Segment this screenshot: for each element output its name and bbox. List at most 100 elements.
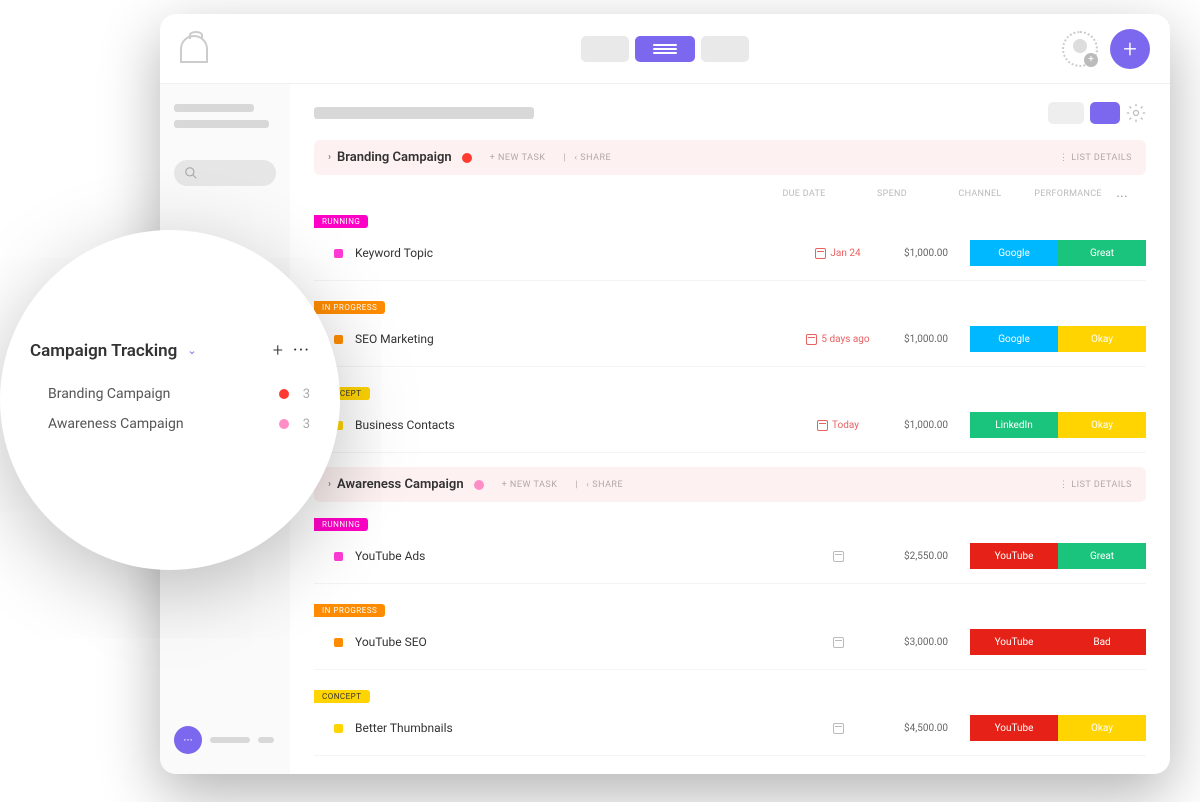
- calendar-icon: [817, 420, 828, 431]
- spend-value[interactable]: $3,000.00: [882, 637, 970, 648]
- sidebar-skeleton: [174, 120, 269, 128]
- channel-chip[interactable]: Google: [970, 326, 1058, 352]
- status-group: CONCEPT Better Thumbnails $4,500.00 YouT…: [314, 684, 1146, 756]
- color-dot-icon: [279, 389, 289, 399]
- status-tag[interactable]: RUNNING: [314, 518, 368, 531]
- new-task-button[interactable]: + NEW TASK: [502, 480, 558, 490]
- add-button[interactable]: +: [1110, 29, 1150, 69]
- color-dot-icon: [279, 419, 289, 429]
- task-title: YouTube SEO: [355, 635, 427, 649]
- sidebar-list-item[interactable]: Awareness Campaign 3: [30, 409, 310, 439]
- new-task-button[interactable]: + NEW TASK: [490, 153, 546, 163]
- task-row[interactable]: Keyword Topic Jan 24 $1,000.00 Google Gr…: [314, 232, 1146, 281]
- campaign-name: Awareness Campaign: [337, 477, 464, 492]
- task-row[interactable]: SEO Marketing 5 days ago $1,000.00 Googl…: [314, 318, 1146, 367]
- due-date[interactable]: [794, 723, 882, 734]
- spend-value[interactable]: $1,000.00: [882, 334, 970, 345]
- view-option-1[interactable]: [581, 36, 629, 62]
- search-icon: [184, 166, 198, 180]
- add-list-button[interactable]: +: [273, 340, 283, 361]
- status-group: IN PROGRESS YouTube SEO $3,000.00 YouTub…: [314, 598, 1146, 670]
- task-count: 3: [303, 417, 310, 432]
- chat-icon: ···: [174, 726, 202, 754]
- col-channel: CHANNEL: [936, 189, 1024, 205]
- calendar-icon: [833, 637, 844, 648]
- performance-chip[interactable]: Okay: [1058, 715, 1146, 741]
- sidebar-skeleton: [174, 104, 254, 112]
- main-content: › Branding Campaign + NEW TASK | ‹ SHARE ⋮ L…: [290, 84, 1170, 774]
- list-label: Awareness Campaign: [48, 416, 184, 432]
- channel-chip[interactable]: Google: [970, 240, 1058, 266]
- spend-value[interactable]: $2,550.00: [882, 551, 970, 562]
- status-tag[interactable]: IN PROGRESS: [314, 301, 385, 314]
- folder-title[interactable]: Campaign Tracking: [30, 341, 177, 361]
- task-row[interactable]: YouTube SEO $3,000.00 YouTube Bad: [314, 621, 1146, 670]
- channel-chip[interactable]: LinkedIn: [970, 412, 1058, 438]
- chat-widget[interactable]: ···: [174, 726, 276, 754]
- view-control-active[interactable]: [1090, 102, 1120, 124]
- share-button[interactable]: | ‹ SHARE: [563, 153, 611, 163]
- task-row[interactable]: YouTube Ads $2,550.00 YouTube Great: [314, 535, 1146, 584]
- spend-value[interactable]: $1,000.00: [882, 420, 970, 431]
- spend-value[interactable]: $1,000.00: [882, 248, 970, 259]
- due-date[interactable]: [794, 637, 882, 648]
- task-row[interactable]: Better Thumbnails $4,500.00 YouTube Okay: [314, 707, 1146, 756]
- task-title: Better Thumbnails: [355, 721, 453, 735]
- calendar-icon: [833, 723, 844, 734]
- due-date[interactable]: 5 days ago: [794, 334, 882, 345]
- view-control-1[interactable]: [1048, 102, 1084, 124]
- task-title: Business Contacts: [355, 418, 455, 432]
- due-date[interactable]: Today: [794, 420, 882, 431]
- status-tag[interactable]: CONCEPT: [314, 690, 370, 703]
- performance-chip[interactable]: Okay: [1058, 412, 1146, 438]
- status-group: IN PROGRESS SEO Marketing 5 days ago $1,…: [314, 295, 1146, 367]
- status-group: CONCEPT Business Contacts Today $1,000.0…: [314, 381, 1146, 453]
- performance-chip[interactable]: Bad: [1058, 629, 1146, 655]
- status-square-icon: [334, 249, 343, 258]
- view-option-list[interactable]: [635, 36, 695, 62]
- status-square-icon: [334, 335, 343, 344]
- list-details-button[interactable]: ⋮ LIST DETAILS: [1059, 480, 1132, 490]
- chevron-down-icon[interactable]: ⌄: [187, 344, 196, 357]
- sidebar-list-item[interactable]: Branding Campaign3: [30, 379, 310, 409]
- logo-icon[interactable]: [180, 35, 208, 63]
- task-title: YouTube Ads: [355, 549, 425, 563]
- topbar: +: [160, 14, 1170, 84]
- more-columns-icon[interactable]: ···: [1112, 189, 1132, 205]
- calendar-icon: [806, 334, 817, 345]
- status-group: RUNNING Keyword Topic Jan 24 $1,000.00 G…: [314, 209, 1146, 281]
- chevron-right-icon: ›: [328, 479, 331, 490]
- column-headers: DUE DATESPENDCHANNELPERFORMANCE···: [314, 185, 1146, 209]
- spend-value[interactable]: $4,500.00: [882, 723, 970, 734]
- performance-chip[interactable]: Okay: [1058, 326, 1146, 352]
- campaign-header[interactable]: › Awareness Campaign + NEW TASK | ‹ SHARE ⋮ …: [314, 467, 1146, 502]
- performance-chip[interactable]: Great: [1058, 240, 1146, 266]
- invite-user-icon[interactable]: [1062, 31, 1098, 67]
- share-button[interactable]: | ‹ SHARE: [575, 480, 623, 490]
- performance-chip[interactable]: Great: [1058, 543, 1146, 569]
- channel-chip[interactable]: YouTube: [970, 629, 1058, 655]
- channel-chip[interactable]: YouTube: [970, 715, 1058, 741]
- color-dot-icon: [474, 480, 484, 490]
- task-row[interactable]: Business Contacts Today $1,000.00 Linked…: [314, 404, 1146, 453]
- color-dot-icon: [462, 153, 472, 163]
- sidebar-zoom-overlay: Campaign Tracking ⌄ + ··· Branding Campa…: [0, 230, 340, 570]
- campaign-header[interactable]: ›Branding Campaign+ NEW TASK| ‹ SHARE⋮ L…: [314, 140, 1146, 175]
- page-title-skeleton: [314, 107, 534, 119]
- gear-icon[interactable]: [1126, 103, 1146, 123]
- channel-chip[interactable]: YouTube: [970, 543, 1058, 569]
- list-details-button[interactable]: ⋮ LIST DETAILS: [1059, 153, 1132, 163]
- due-date[interactable]: Jan 24: [794, 248, 882, 259]
- due-date[interactable]: [794, 551, 882, 562]
- chat-skeleton: [210, 737, 250, 743]
- chat-skeleton: [258, 737, 274, 743]
- search-input[interactable]: [174, 160, 276, 186]
- status-tag[interactable]: IN PROGRESS: [314, 604, 385, 617]
- status-tag[interactable]: RUNNING: [314, 215, 368, 228]
- view-option-3[interactable]: [701, 36, 749, 62]
- folder-menu-icon[interactable]: ···: [293, 340, 310, 361]
- campaign-name: Branding Campaign: [337, 150, 452, 165]
- col-spend: SPEND: [848, 189, 936, 205]
- col-performance: PERFORMANCE: [1024, 189, 1112, 205]
- status-square-icon: [334, 638, 343, 647]
